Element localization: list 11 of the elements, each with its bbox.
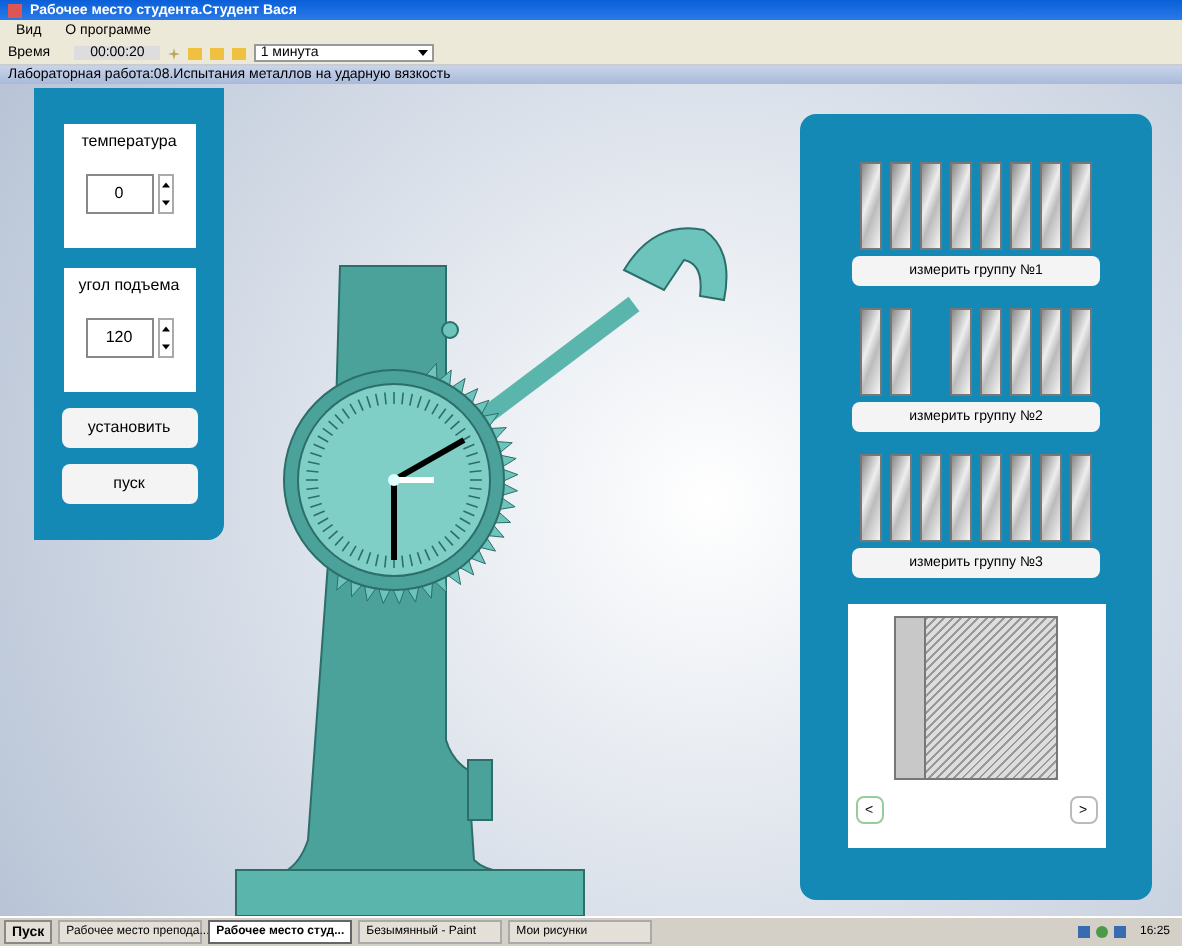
star-icon[interactable] <box>168 47 181 59</box>
spinner-arrows-icon[interactable] <box>157 174 173 214</box>
field-label: температура <box>81 134 177 150</box>
number-input[interactable]: 120 <box>85 318 153 358</box>
panel-button[interactable]: установить <box>61 408 197 448</box>
spinner-arrows-icon[interactable] <box>157 318 173 358</box>
app-icon <box>8 3 22 17</box>
dropdown-caret-icon <box>418 50 429 56</box>
panel-button[interactable]: пуск <box>61 464 197 504</box>
field-label: угол подъема <box>78 278 180 294</box>
number-input[interactable]: 0 <box>85 174 153 214</box>
